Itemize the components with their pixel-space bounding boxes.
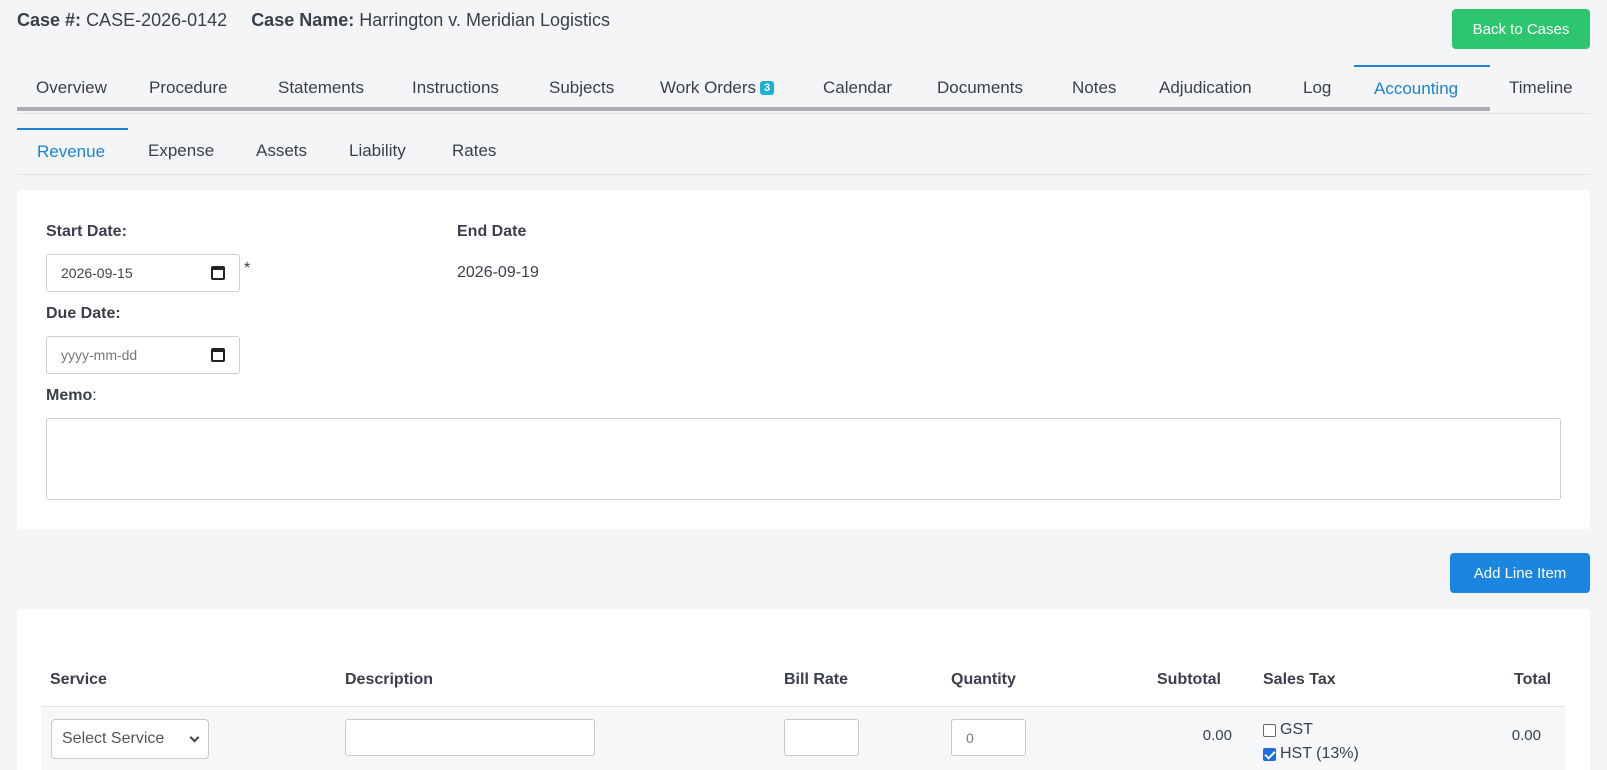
tabs-underline <box>17 107 1490 111</box>
calendar-icon[interactable] <box>211 348 225 362</box>
invoice-details-card: Start Date: 2026-09-15 * End Date 2026-0… <box>17 190 1590 529</box>
bill-rate-input[interactable] <box>784 719 859 756</box>
start-date-input[interactable]: 2026-09-15 <box>46 254 240 292</box>
tab-timeline[interactable]: Timeline <box>1509 78 1573 98</box>
tab-adjudication[interactable]: Adjudication <box>1159 78 1252 98</box>
active-tab-indicator <box>1354 65 1490 67</box>
case-name: Harrington v. Meridian Logistics <box>359 10 611 30</box>
add-line-item-button[interactable]: Add Line Item <box>1450 553 1590 593</box>
end-date-label: End Date <box>457 223 527 240</box>
memo-label-text: Memo <box>46 387 93 404</box>
work-orders-count-badge: 3 <box>760 81 775 95</box>
hst-checkbox[interactable] <box>1263 747 1276 761</box>
subtab-assets[interactable]: Assets <box>256 141 307 161</box>
service-select[interactable]: Select Service <box>51 719 209 759</box>
tab-procedure[interactable]: Procedure <box>149 78 227 98</box>
accounting-subtabs: Revenue Expense Assets Liability Rates <box>17 128 1590 175</box>
description-input[interactable] <box>345 719 595 756</box>
tab-documents[interactable]: Documents <box>937 78 1023 98</box>
column-header-description: Description <box>345 671 434 688</box>
memo-textarea[interactable] <box>46 418 1561 500</box>
column-header-subtotal: Subtotal <box>1157 671 1221 688</box>
column-header-total: Total <box>1514 671 1552 688</box>
due-date-input[interactable]: yyyy-mm-dd <box>46 336 240 374</box>
line-items-card: Service Description Bill Rate Quantity S… <box>17 609 1590 770</box>
column-header-quantity: Quantity <box>951 671 1016 688</box>
subtab-expense[interactable]: Expense <box>148 141 214 161</box>
tab-log[interactable]: Log <box>1303 78 1331 98</box>
tab-calendar[interactable]: Calendar <box>823 78 892 98</box>
end-date-value: 2026-09-19 <box>457 264 539 281</box>
tab-notes[interactable]: Notes <box>1072 78 1116 98</box>
tab-work-orders-label: Work Orders <box>660 78 757 97</box>
back-to-cases-button[interactable]: Back to Cases <box>1452 9 1590 49</box>
case-name-label: Case Name: <box>251 10 355 30</box>
column-header-sales-tax: Sales Tax <box>1263 671 1336 688</box>
chevron-down-icon <box>189 732 200 742</box>
case-number-label: Case #: <box>17 10 82 30</box>
calendar-icon[interactable] <box>211 266 225 280</box>
hst-label: HST (13%) <box>1280 745 1359 762</box>
active-subtab-indicator <box>17 128 128 130</box>
main-tabs: Overview Procedure Statements Instructio… <box>17 65 1590 114</box>
memo-label: Memo: <box>46 387 97 405</box>
tab-instructions[interactable]: Instructions <box>412 78 499 98</box>
gst-label: GST <box>1280 721 1313 738</box>
total-value: 0.00 <box>1511 727 1541 744</box>
case-header: Case #: CASE-2026-0142 Case Name: Harrin… <box>17 10 610 31</box>
case-number: CASE-2026-0142 <box>86 10 228 30</box>
tab-subjects[interactable]: Subjects <box>549 78 614 98</box>
required-marker: * <box>244 260 251 277</box>
tax-gst[interactable]: GST <box>1263 721 1313 739</box>
memo-label-colon: : <box>92 387 97 404</box>
column-header-bill-rate: Bill Rate <box>784 671 849 688</box>
tab-statements[interactable]: Statements <box>278 78 364 98</box>
quantity-input[interactable]: 0 <box>951 719 1026 756</box>
due-date-label: Due Date: <box>46 305 121 322</box>
tab-accounting[interactable]: Accounting <box>1374 79 1458 99</box>
tab-work-orders[interactable]: Work Orders 3 <box>660 78 775 98</box>
start-date-value: 2026-09-15 <box>61 265 133 281</box>
tab-overview[interactable]: Overview <box>36 78 107 98</box>
tax-hst[interactable]: HST (13%) <box>1263 745 1359 763</box>
subtab-rates[interactable]: Rates <box>452 141 496 161</box>
service-select-value: Select Service <box>62 730 165 747</box>
gst-checkbox[interactable] <box>1263 723 1276 737</box>
start-date-label: Start Date: <box>46 223 127 240</box>
table-row: Select Service 0 0.00 GST HST (13%) 0.00 <box>41 706 1565 770</box>
column-header-service: Service <box>50 671 107 688</box>
subtab-revenue[interactable]: Revenue <box>37 142 105 162</box>
subtab-liability[interactable]: Liability <box>349 141 406 161</box>
due-date-placeholder: yyyy-mm-dd <box>61 347 138 363</box>
subtotal-value: 0.00 <box>1202 727 1232 744</box>
